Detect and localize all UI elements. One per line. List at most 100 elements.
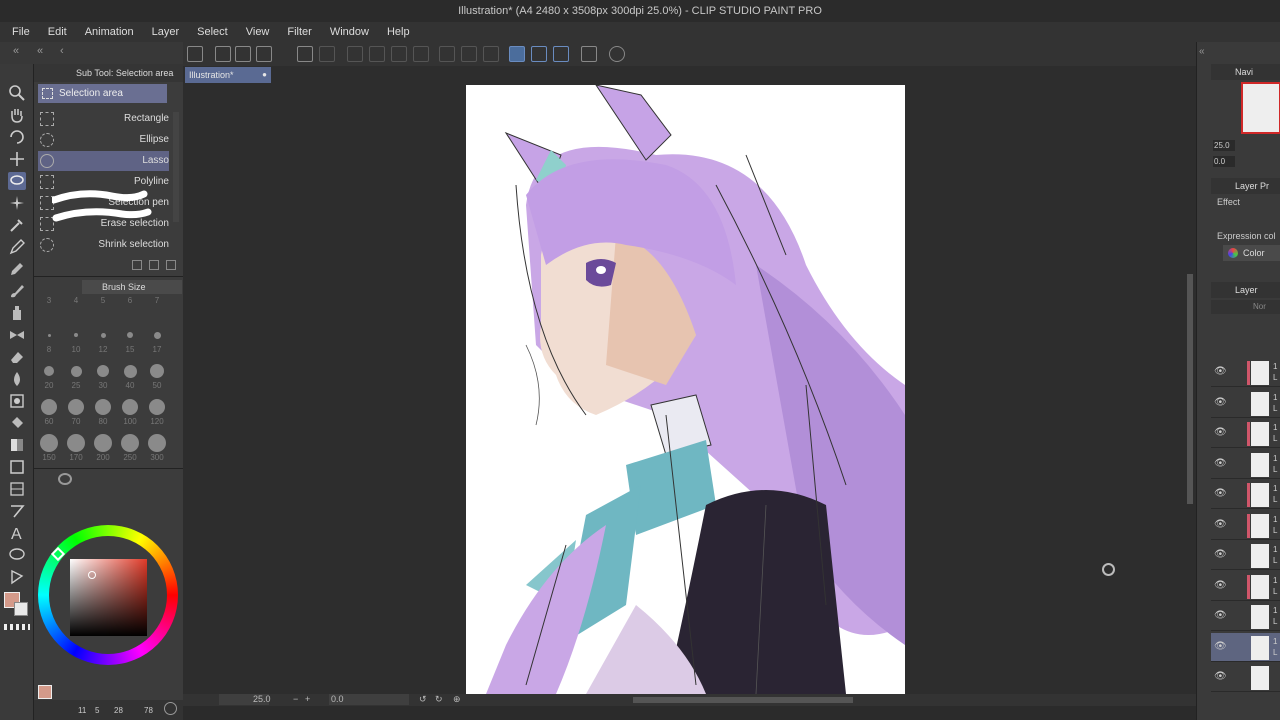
- play-icon[interactable]: [164, 702, 177, 715]
- brush-size-dot[interactable]: [121, 434, 139, 452]
- horizontal-scroll-thumb[interactable]: [633, 697, 853, 703]
- canvas-paper[interactable]: [466, 85, 905, 694]
- save-icon[interactable]: [256, 46, 272, 62]
- frame-border-icon[interactable]: [8, 480, 26, 498]
- color-wheel-tab-icon[interactable]: [58, 473, 72, 485]
- ruler-icon[interactable]: [8, 502, 26, 520]
- menu-window[interactable]: Window: [321, 22, 378, 42]
- fill-icon[interactable]: [391, 46, 407, 62]
- collapse-icon[interactable]: «: [37, 45, 43, 57]
- saturation-value-square[interactable]: [70, 559, 147, 636]
- menu-animation[interactable]: Animation: [76, 22, 143, 42]
- blend-icon[interactable]: [8, 370, 26, 388]
- eye-icon[interactable]: 👁: [1214, 580, 1227, 591]
- layer-row[interactable]: 👁 1 L: [1211, 480, 1280, 509]
- subtool-rectangle[interactable]: Rectangle: [38, 109, 169, 129]
- clip-studio-assets-icon[interactable]: [581, 46, 597, 62]
- nav-angle-value[interactable]: 0.0: [1213, 156, 1235, 167]
- layer-row[interactable]: 👁 1 L: [1211, 419, 1280, 448]
- canvas-vertical-scrollbar[interactable]: [1184, 84, 1196, 694]
- menu-layer[interactable]: Layer: [143, 22, 189, 42]
- rotate-left-icon[interactable]: ↺: [419, 694, 427, 705]
- nav-zoom-value[interactable]: 25.0: [1213, 140, 1235, 151]
- auto-select-icon[interactable]: [8, 194, 26, 212]
- brush-size-dot[interactable]: [70, 365, 82, 377]
- subtool-scrollbar[interactable]: [173, 112, 179, 222]
- invert-selection-icon[interactable]: [461, 46, 477, 62]
- balloon-icon[interactable]: [8, 546, 26, 564]
- brush-icon[interactable]: [8, 282, 26, 300]
- layer-row[interactable]: 👁 1 L: [1211, 511, 1280, 540]
- flip-icon[interactable]: ⊕: [453, 694, 461, 705]
- brush-size-dot[interactable]: [44, 366, 54, 376]
- subtool-shrink-selection[interactable]: Shrink selection: [38, 235, 169, 255]
- layer-row[interactable]: 👁 1 L: [1211, 450, 1280, 479]
- brush-size-dot[interactable]: [67, 434, 85, 452]
- brush-size-dot[interactable]: [68, 399, 84, 415]
- pen-icon[interactable]: [8, 238, 26, 256]
- eye-icon[interactable]: 👁: [1214, 427, 1227, 438]
- brush-size-dot[interactable]: [149, 399, 165, 415]
- layer-row[interactable]: 👁 1 L: [1211, 541, 1280, 570]
- subtool-lasso[interactable]: Lasso: [38, 151, 169, 171]
- snap-ruler-icon[interactable]: [509, 46, 525, 62]
- delete-subtool-icon[interactable]: [166, 260, 176, 270]
- brush-size-dot[interactable]: [153, 331, 161, 339]
- scroll-thumb[interactable]: [1187, 274, 1193, 504]
- layer-row[interactable]: 👁 1 L: [1211, 572, 1280, 601]
- eye-icon[interactable]: 👁: [1214, 366, 1227, 377]
- move-icon[interactable]: [8, 150, 26, 168]
- new-file-icon[interactable]: [215, 46, 231, 62]
- layer-property-header[interactable]: Layer Pr: [1211, 178, 1280, 194]
- clear-icon[interactable]: [347, 46, 363, 62]
- main-color-small[interactable]: [38, 685, 52, 699]
- brush-size-dot[interactable]: [41, 399, 57, 415]
- selection-lasso-icon[interactable]: [8, 172, 26, 190]
- eye-icon[interactable]: 👁: [1214, 397, 1227, 408]
- layer-row[interactable]: 👁 1 L: [1211, 389, 1280, 418]
- eye-icon[interactable]: 👁: [1214, 519, 1227, 530]
- brush-size-dot[interactable]: [100, 332, 106, 338]
- brush-size-dot[interactable]: [74, 333, 78, 337]
- eraser-icon[interactable]: [8, 348, 26, 366]
- deselect-icon[interactable]: [439, 46, 455, 62]
- color-button[interactable]: Color: [1223, 245, 1280, 261]
- correct-line-icon[interactable]: [8, 568, 26, 586]
- layer-row[interactable]: 👁 1 L: [1211, 358, 1280, 387]
- gradient-icon[interactable]: [8, 436, 26, 454]
- subtool-ellipse[interactable]: Ellipse: [38, 130, 169, 150]
- eye-icon[interactable]: 👁: [1214, 610, 1227, 621]
- layer-row[interactable]: 👁: [1211, 663, 1280, 692]
- right-collapse-icon[interactable]: «: [1199, 46, 1205, 57]
- brush-size-dot[interactable]: [47, 333, 51, 337]
- tab-close-icon[interactable]: ●: [262, 67, 267, 83]
- menu-edit[interactable]: Edit: [39, 22, 76, 42]
- menu-help[interactable]: Help: [378, 22, 419, 42]
- create-subtool-icon[interactable]: [149, 260, 159, 270]
- clear-outside-icon[interactable]: [369, 46, 385, 62]
- canvas-tab[interactable]: Illustration* ●: [185, 67, 271, 83]
- blend-mode-select[interactable]: Nor: [1211, 300, 1280, 314]
- brush-size-dot[interactable]: [150, 364, 164, 378]
- eye-icon[interactable]: 👁: [1214, 458, 1227, 469]
- layer-header[interactable]: Layer: [1211, 282, 1280, 298]
- layer-row[interactable]: 👁 1 L: [1211, 602, 1280, 631]
- text-icon[interactable]: A: [8, 524, 26, 543]
- clip-studio-icon[interactable]: [187, 46, 203, 62]
- navigator-header[interactable]: Navi: [1211, 64, 1280, 80]
- eye-icon[interactable]: 👁: [1214, 671, 1227, 682]
- eye-icon[interactable]: 👁: [1214, 641, 1227, 652]
- help-icon[interactable]: [609, 46, 625, 62]
- fill-bucket-icon[interactable]: [8, 392, 26, 410]
- collapse-left-icon[interactable]: «: [13, 45, 19, 57]
- undo-icon[interactable]: [297, 46, 313, 62]
- brush-size-dot[interactable]: [94, 434, 112, 452]
- zoom-icon[interactable]: [8, 84, 26, 102]
- eye-icon[interactable]: 👁: [1214, 549, 1227, 560]
- brush-size-dot[interactable]: [123, 364, 137, 378]
- paint-bucket-icon[interactable]: [8, 414, 26, 432]
- menu-select[interactable]: Select: [188, 22, 237, 42]
- open-file-icon[interactable]: [235, 46, 251, 62]
- brush-size-dot[interactable]: [95, 399, 111, 415]
- brush-size-dot[interactable]: [122, 399, 138, 415]
